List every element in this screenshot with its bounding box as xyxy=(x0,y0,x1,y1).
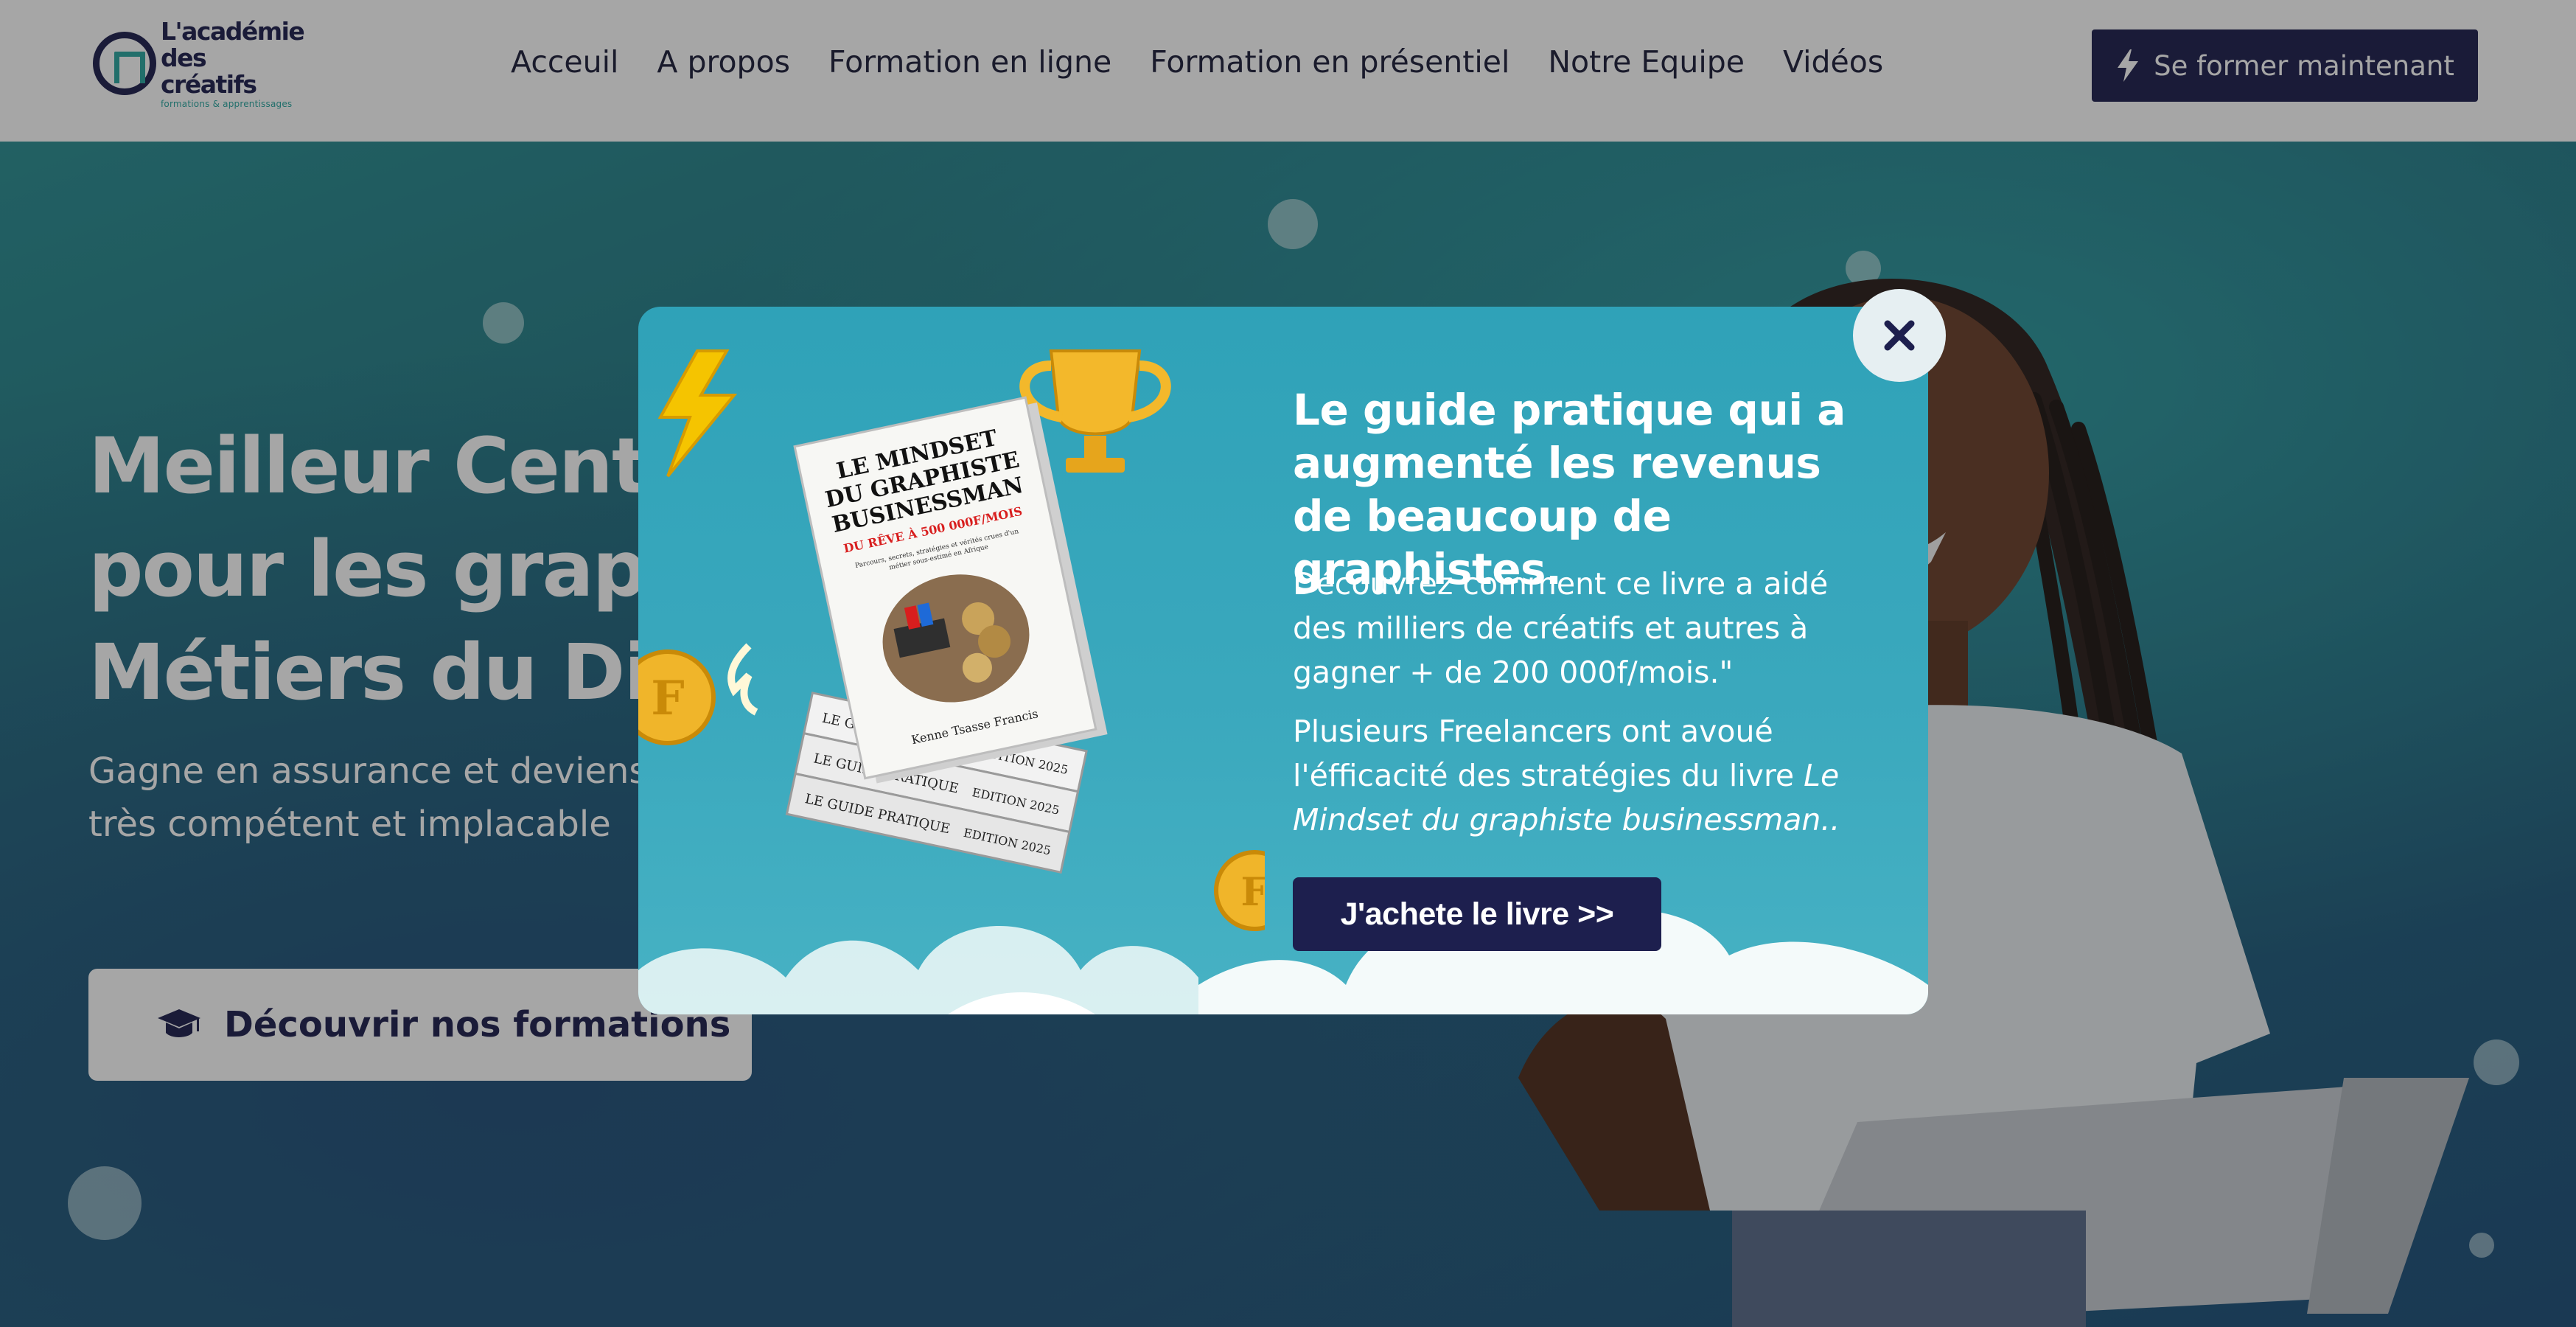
promo-modal: F F LE GUIDE PRATIQUE LE GUIDE PRATIQUE … xyxy=(638,307,1928,1014)
modal-paragraph-2-text: Plusieurs Freelancers ont avoué l'éffica… xyxy=(1293,714,1804,793)
buy-book-button[interactable]: J'achete le livre >> xyxy=(1293,877,1661,951)
coin-icon: F xyxy=(638,649,716,745)
coin-icon: F xyxy=(1214,850,1295,931)
close-icon xyxy=(1884,320,1915,351)
modal-paragraph-1: Découvrez comment ce livre a aidé des mi… xyxy=(1293,566,1829,690)
svg-text:F: F xyxy=(651,671,684,726)
lightning-icon xyxy=(657,349,738,478)
modal-paragraph-2: Plusieurs Freelancers ont avoué l'éffica… xyxy=(1293,709,1868,842)
modal-close-button[interactable] xyxy=(1853,289,1946,382)
svg-text:F: F xyxy=(1241,870,1265,915)
book-illustration: F F LE GUIDE PRATIQUE LE GUIDE PRATIQUE … xyxy=(638,307,1295,1014)
